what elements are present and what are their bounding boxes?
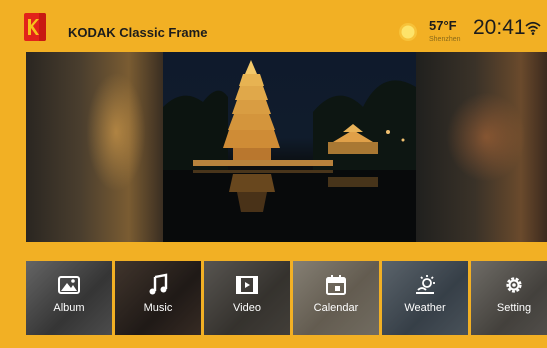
header: KODAK Classic Frame 57°F Shenzhen 20:41 — [0, 0, 547, 52]
music-note-icon — [149, 273, 168, 295]
calendar-tile[interactable]: Calendar — [293, 261, 379, 335]
next-photo-preview[interactable] — [416, 52, 547, 242]
photo-carousel[interactable] — [26, 52, 547, 242]
app-title: KODAK Classic Frame — [68, 25, 208, 40]
main-menu: Album Music Video Calendar Weather Setti… — [26, 261, 547, 335]
calendar-label: Calendar — [313, 302, 359, 314]
weather-label: Weather — [404, 302, 446, 314]
previous-photo-preview[interactable] — [26, 52, 163, 242]
calendar-icon — [326, 275, 346, 295]
clock: 20:41 — [473, 16, 526, 39]
sun-icon — [399, 23, 417, 41]
wifi-icon — [525, 21, 541, 35]
film-icon — [236, 276, 258, 294]
setting-tile[interactable]: Setting — [471, 261, 547, 335]
image-icon — [58, 276, 80, 294]
video-label: Video — [233, 302, 261, 314]
city-name: Shenzhen — [429, 36, 461, 43]
album-label: Album — [53, 302, 85, 314]
music-tile[interactable]: Music — [115, 261, 201, 335]
video-tile[interactable]: Video — [204, 261, 290, 335]
current-photo[interactable] — [163, 52, 416, 242]
temperature: 57°F — [429, 18, 457, 33]
weather-icon — [416, 275, 435, 294]
music-label: Music — [143, 302, 173, 314]
kodak-logo — [24, 13, 46, 41]
gear-icon — [506, 277, 522, 293]
weather-tile[interactable]: Weather — [382, 261, 468, 335]
album-tile[interactable]: Album — [26, 261, 112, 335]
setting-label: Setting — [496, 302, 532, 314]
